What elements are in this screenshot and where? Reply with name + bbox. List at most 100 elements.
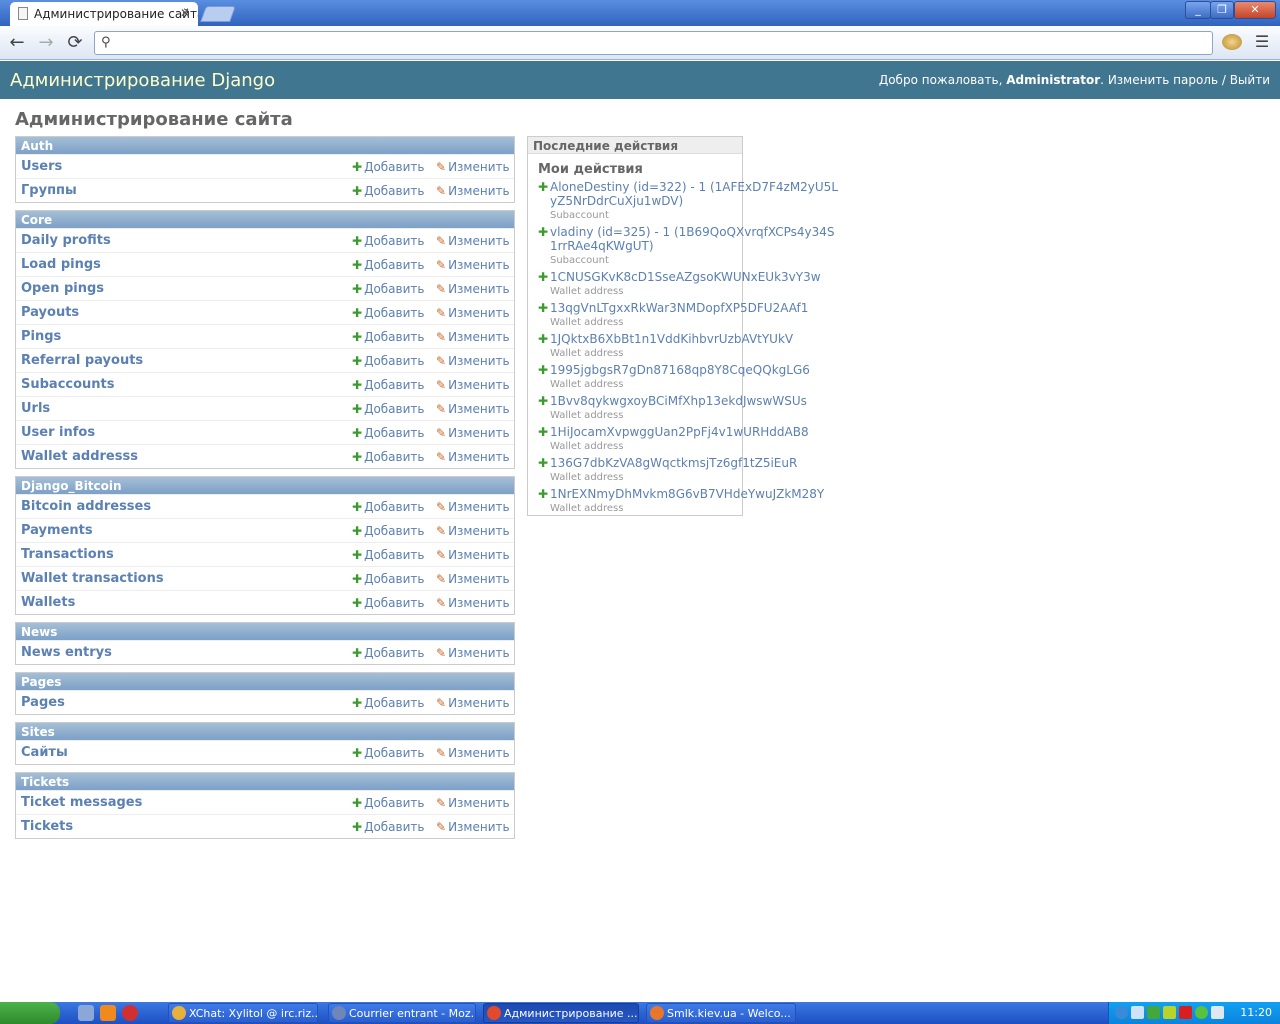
site-name[interactable]: Администрирование Django bbox=[10, 70, 275, 91]
add-link[interactable]: ✚ Добавить bbox=[352, 160, 424, 174]
change-link[interactable]: ✎ Изменить bbox=[436, 572, 510, 586]
change-link[interactable]: ✎ Изменить bbox=[436, 354, 510, 368]
add-link[interactable]: ✚ Добавить bbox=[352, 746, 424, 760]
model-link[interactable]: Daily profits bbox=[21, 233, 111, 248]
model-link[interactable]: Users bbox=[21, 159, 62, 174]
model-link[interactable]: Transactions bbox=[21, 547, 114, 562]
action-object-link[interactable]: AloneDestiny (id=322) - 1 (1AFExD7F4zM2y… bbox=[550, 180, 838, 208]
model-link[interactable]: User infos bbox=[21, 425, 95, 440]
taskbar-button[interactable]: Smlk.kiev.ua - Welco... bbox=[646, 1003, 796, 1023]
action-object-link[interactable]: 13qgVnLTgxxRkWar3NMDopfXP5DFU2AAf1 bbox=[550, 301, 838, 315]
add-link[interactable]: ✚ Добавить bbox=[352, 234, 424, 248]
change-link[interactable]: ✎ Изменить bbox=[436, 258, 510, 272]
add-link[interactable]: ✚ Добавить bbox=[352, 258, 424, 272]
add-link[interactable]: ✚ Добавить bbox=[352, 646, 424, 660]
change-link[interactable]: ✎ Изменить bbox=[436, 646, 510, 660]
add-link[interactable]: ✚ Добавить bbox=[352, 796, 424, 810]
back-arrow-icon[interactable]: ← bbox=[6, 32, 28, 54]
start-button[interactable] bbox=[0, 1002, 60, 1024]
model-link[interactable]: Open pings bbox=[21, 281, 104, 296]
change-link[interactable]: ✎ Изменить bbox=[436, 426, 510, 440]
add-link[interactable]: ✚ Добавить bbox=[352, 282, 424, 296]
add-link[interactable]: ✚ Добавить bbox=[352, 572, 424, 586]
model-link[interactable]: Группы bbox=[21, 183, 77, 198]
app-caption[interactable]: News bbox=[16, 623, 514, 640]
tab-close-icon[interactable]: ✕ bbox=[180, 6, 190, 20]
change-link[interactable]: ✎ Изменить bbox=[436, 378, 510, 392]
app-caption[interactable]: Django_Bitcoin bbox=[16, 477, 514, 494]
tray-icon[interactable] bbox=[1115, 1006, 1128, 1019]
close-window-button[interactable]: ✕ bbox=[1234, 1, 1276, 19]
action-object-link[interactable]: 136G7dbKzVA8gWqctkmsjTz6gf1tZ5iEuR bbox=[550, 456, 838, 470]
app-caption[interactable]: Tickets bbox=[16, 773, 514, 790]
logout-link[interactable]: Выйти bbox=[1230, 73, 1270, 87]
action-object-link[interactable]: 1JQktxB6XbBt1n1VddKihbvrUzbAVtYUkV bbox=[550, 332, 838, 346]
model-link[interactable]: Wallets bbox=[21, 595, 75, 610]
action-object-link[interactable]: 1995jgbgsR7gDn87168qp8Y8CqeQQkgLG6 bbox=[550, 363, 838, 377]
model-link[interactable]: Bitcoin addresses bbox=[21, 499, 151, 514]
model-link[interactable]: Wallet addresss bbox=[21, 449, 138, 464]
change-link[interactable]: ✎ Изменить bbox=[436, 282, 510, 296]
reload-icon[interactable]: ⟳ bbox=[64, 32, 86, 54]
new-tab-button[interactable] bbox=[200, 6, 236, 22]
close-app-icon[interactable] bbox=[122, 1005, 138, 1021]
vlc-icon[interactable] bbox=[100, 1005, 116, 1021]
forward-arrow-icon[interactable]: → bbox=[35, 32, 57, 54]
taskbar-button[interactable]: Администрирование ... bbox=[483, 1003, 639, 1023]
model-link[interactable]: Сайты bbox=[21, 745, 68, 760]
add-link[interactable]: ✚ Добавить bbox=[352, 596, 424, 610]
tray-icon[interactable] bbox=[1211, 1006, 1224, 1019]
action-object-link[interactable]: 1HiJocamXvpwggUan2PpFj4v1wURHddAB8 bbox=[550, 425, 838, 439]
tray-icon[interactable] bbox=[1131, 1006, 1144, 1019]
add-link[interactable]: ✚ Добавить bbox=[352, 378, 424, 392]
action-object-link[interactable]: 1Bvv8qykwgxoyBCiMfXhp13ekdJwswWSUs bbox=[550, 394, 838, 408]
app-caption[interactable]: Sites bbox=[16, 723, 514, 740]
change-link[interactable]: ✎ Изменить bbox=[436, 820, 510, 834]
tray-icon[interactable] bbox=[1163, 1006, 1176, 1019]
app-caption[interactable]: Core bbox=[16, 211, 514, 228]
change-link[interactable]: ✎ Изменить bbox=[436, 500, 510, 514]
change-link[interactable]: ✎ Изменить bbox=[436, 402, 510, 416]
add-link[interactable]: ✚ Добавить bbox=[352, 402, 424, 416]
tray-icon[interactable] bbox=[1195, 1006, 1208, 1019]
add-link[interactable]: ✚ Добавить bbox=[352, 184, 424, 198]
model-link[interactable]: Subaccounts bbox=[21, 377, 115, 392]
taskbar-button[interactable]: XChat: Xylitol @ irc.riz... bbox=[168, 1003, 318, 1023]
change-link[interactable]: ✎ Изменить bbox=[436, 596, 510, 610]
model-link[interactable]: Payments bbox=[21, 523, 93, 538]
browser-tab[interactable]: Администрирование сайта ✕ bbox=[10, 2, 198, 26]
add-link[interactable]: ✚ Добавить bbox=[352, 354, 424, 368]
url-input[interactable] bbox=[119, 34, 1199, 52]
add-link[interactable]: ✚ Добавить bbox=[352, 696, 424, 710]
add-link[interactable]: ✚ Добавить bbox=[352, 330, 424, 344]
quicklaunch-icon[interactable] bbox=[78, 1005, 94, 1021]
add-link[interactable]: ✚ Добавить bbox=[352, 426, 424, 440]
add-link[interactable]: ✚ Добавить bbox=[352, 306, 424, 320]
model-link[interactable]: Wallet transactions bbox=[21, 571, 164, 586]
change-link[interactable]: ✎ Изменить bbox=[436, 160, 510, 174]
minimize-button[interactable]: _ bbox=[1185, 1, 1211, 19]
wrench-menu-icon[interactable]: ☰ bbox=[1252, 32, 1272, 54]
add-link[interactable]: ✚ Добавить bbox=[352, 548, 424, 562]
change-link[interactable]: ✎ Изменить bbox=[436, 330, 510, 344]
change-link[interactable]: ✎ Изменить bbox=[436, 524, 510, 538]
add-link[interactable]: ✚ Добавить bbox=[352, 500, 424, 514]
add-link[interactable]: ✚ Добавить bbox=[352, 820, 424, 834]
action-object-link[interactable]: 1NrEXNmyDhMvkm8G6vB7VHdeYwuJZkM28Y bbox=[550, 487, 838, 501]
model-link[interactable]: Ticket messages bbox=[21, 795, 142, 810]
maximize-button[interactable]: ❐ bbox=[1210, 1, 1234, 19]
change-link[interactable]: ✎ Изменить bbox=[436, 746, 510, 760]
change-password-link[interactable]: Изменить пароль bbox=[1108, 73, 1218, 87]
address-bar[interactable]: ⚲ bbox=[94, 31, 1213, 55]
model-link[interactable]: Payouts bbox=[21, 305, 79, 320]
change-link[interactable]: ✎ Изменить bbox=[436, 306, 510, 320]
change-link[interactable]: ✎ Изменить bbox=[436, 548, 510, 562]
change-link[interactable]: ✎ Изменить bbox=[436, 234, 510, 248]
app-caption[interactable]: Pages bbox=[16, 673, 514, 690]
model-link[interactable]: Referral payouts bbox=[21, 353, 143, 368]
change-link[interactable]: ✎ Изменить bbox=[436, 184, 510, 198]
action-object-link[interactable]: 1CNUSGKvK8cD1SseAZgsoKWUNxEUk3vY3w bbox=[550, 270, 838, 284]
ati-icon[interactable] bbox=[1179, 1006, 1192, 1019]
model-link[interactable]: Load pings bbox=[21, 257, 101, 272]
model-link[interactable]: Pings bbox=[21, 329, 61, 344]
